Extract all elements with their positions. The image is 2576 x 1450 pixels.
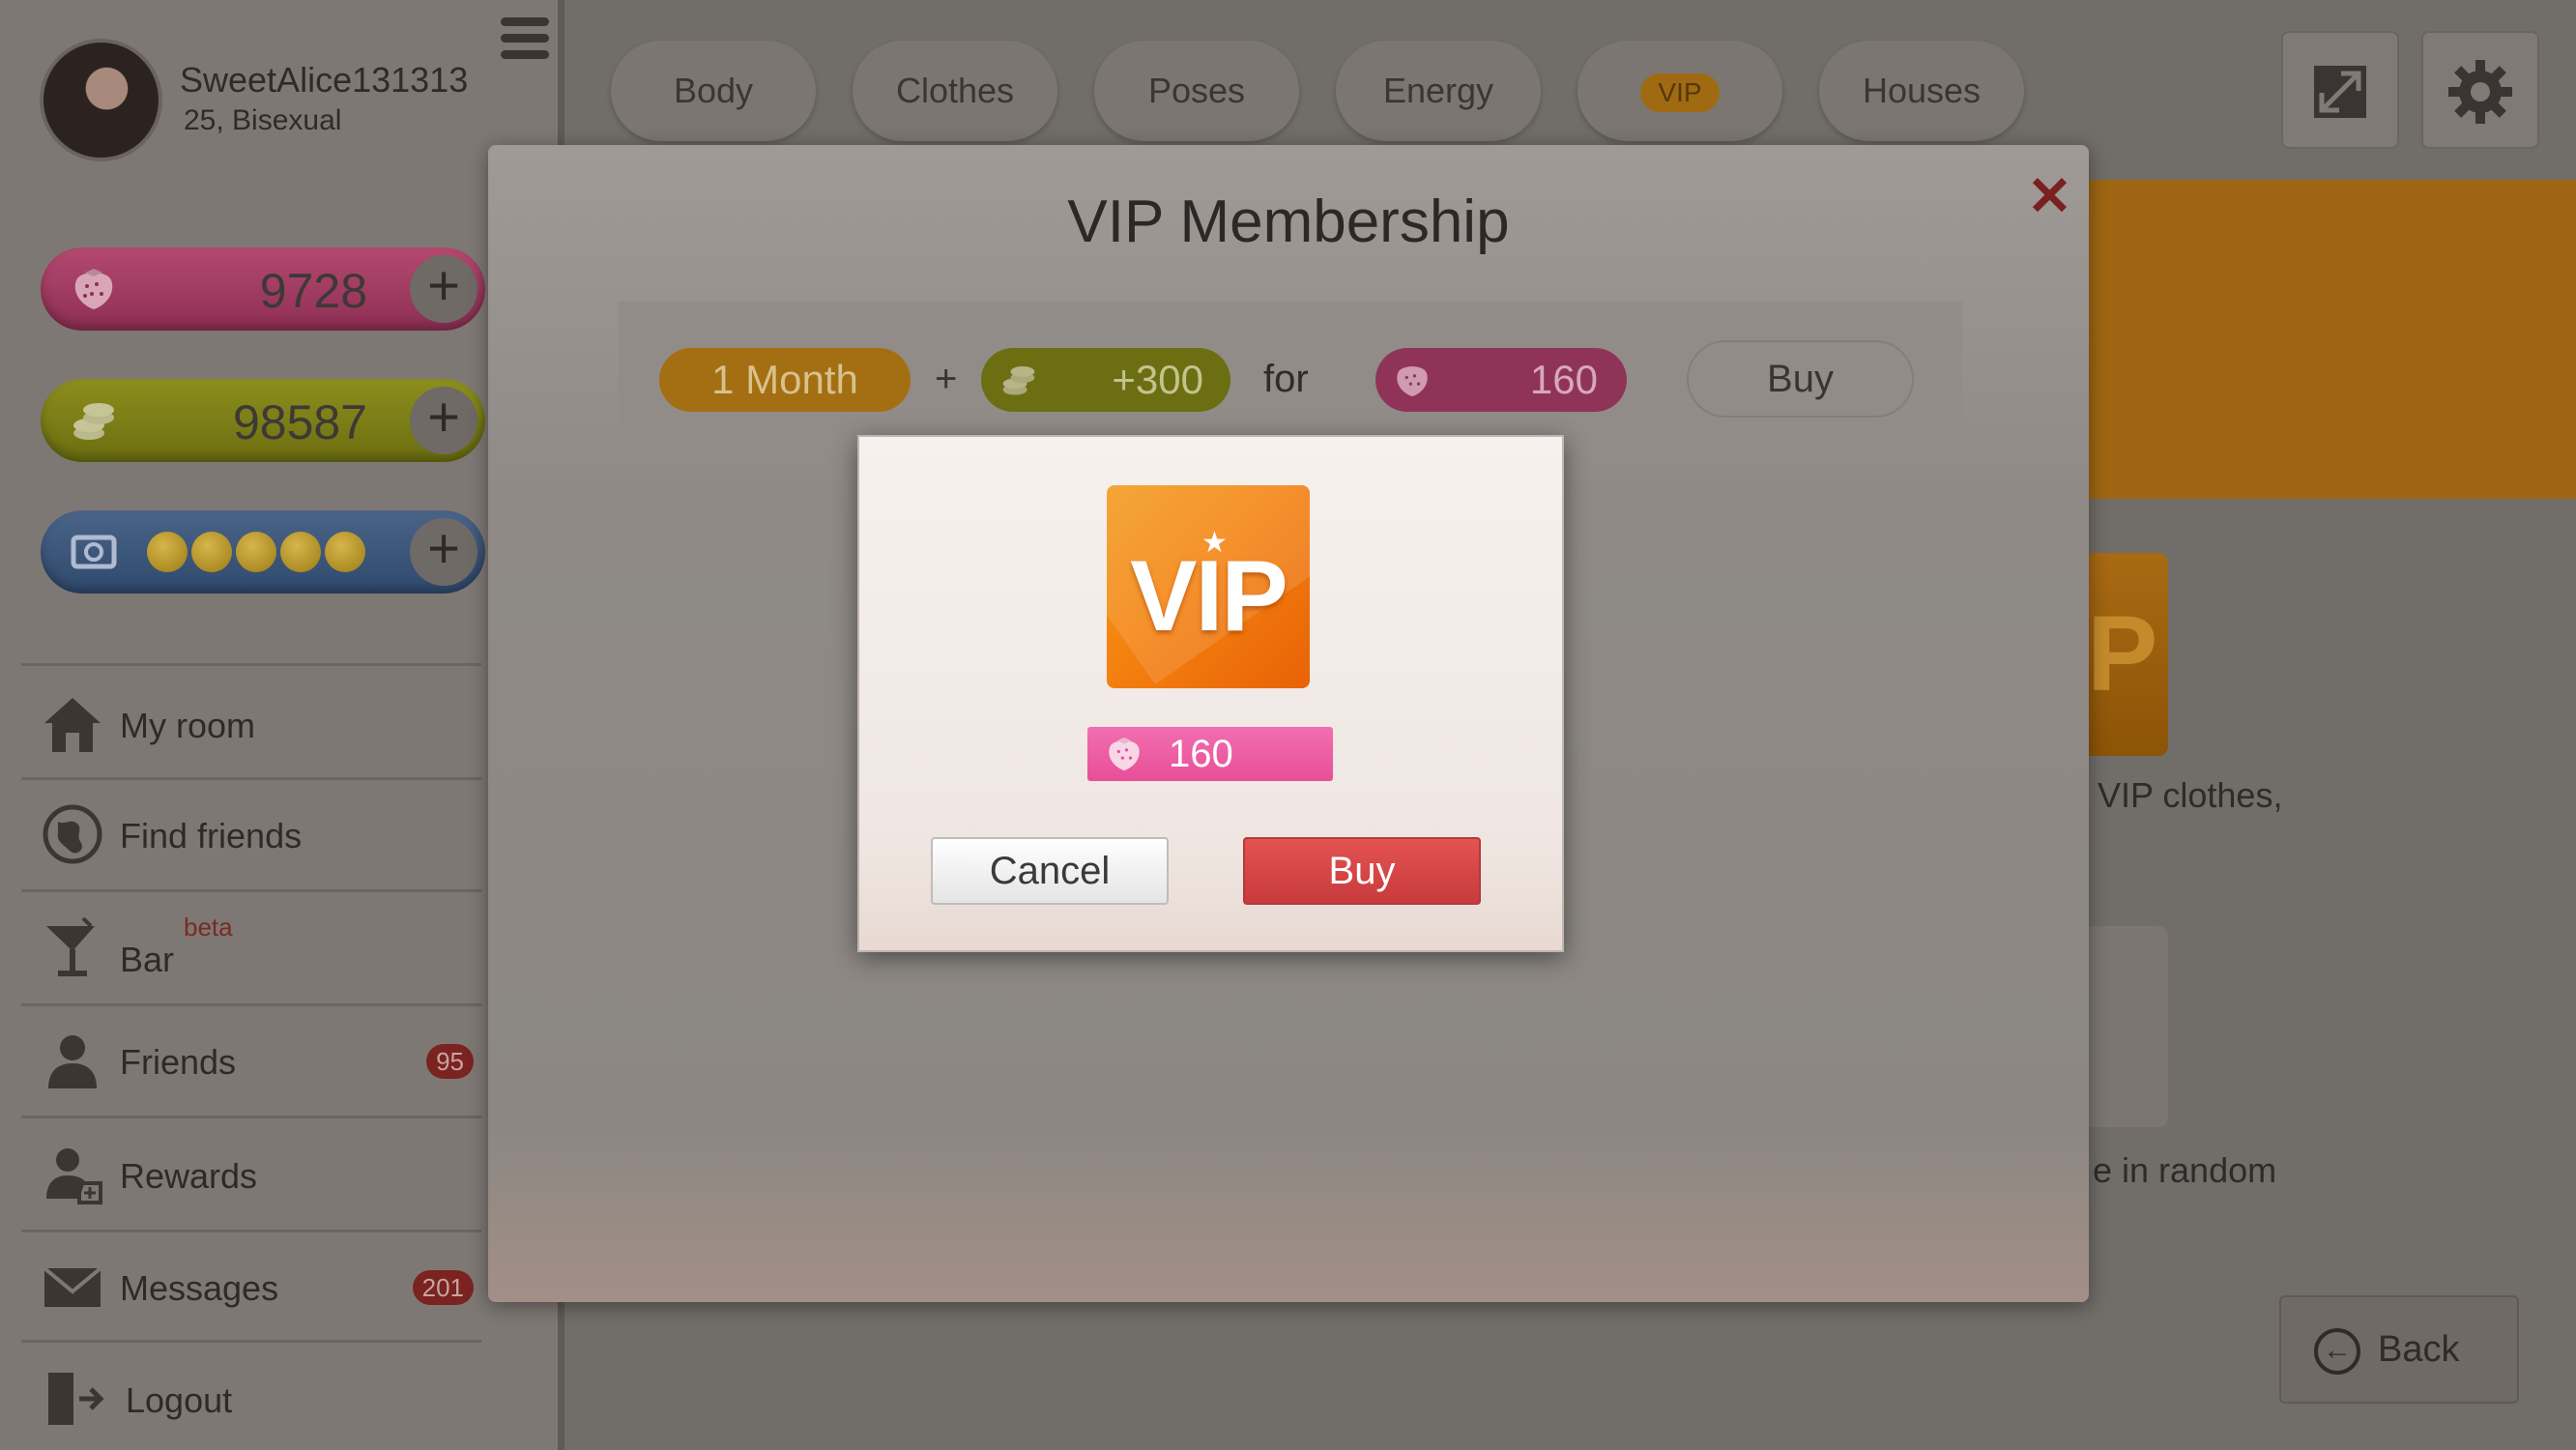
energy-dot <box>147 532 188 572</box>
cocktail-icon <box>41 916 104 980</box>
sidebar-item-label: Rewards <box>120 1156 258 1196</box>
sidebar-item-messages[interactable]: Messages 201 <box>21 1232 481 1340</box>
vip-badge-icon: ★ VIP <box>1107 485 1310 688</box>
tab-vip[interactable]: VIP <box>1577 41 1782 141</box>
nav-divider <box>21 889 481 892</box>
for-label: for <box>1263 358 1309 400</box>
sidebar-item-label: Messages <box>120 1268 279 1308</box>
sidebar-item-rewards[interactable]: Rewards <box>21 1119 481 1228</box>
back-arrow-icon: ← <box>2314 1327 2360 1375</box>
envelope-icon <box>41 1255 104 1319</box>
strawberry-icon <box>1109 737 1140 771</box>
tab-clothes[interactable]: Clothes <box>853 41 1057 141</box>
settings-button[interactable] <box>2421 31 2539 149</box>
offer-price-pill: 160 <box>1375 348 1627 412</box>
nav-divider <box>21 1116 481 1118</box>
clock-feature-icon <box>2083 926 2168 1127</box>
fullscreen-button[interactable] <box>2281 31 2399 149</box>
fullscreen-icon <box>2314 66 2366 118</box>
close-icon[interactable]: ✕ <box>2027 164 2072 228</box>
sidebar-item-bar[interactable]: Bar beta <box>21 893 481 1001</box>
username: SweetAlice131313 <box>180 60 469 100</box>
plus-sign: + <box>935 358 958 400</box>
random-feature-text: e in random <box>2093 1150 2277 1190</box>
sidebar-item-find-friends[interactable]: Find friends <box>21 779 481 887</box>
tab-body[interactable]: Body <box>611 41 816 141</box>
add-strawberries-button[interactable]: + <box>410 255 478 323</box>
nav-divider <box>21 663 481 666</box>
logout-icon <box>41 1367 104 1431</box>
coins-icon <box>1002 366 1035 395</box>
hamburger-menu-icon[interactable] <box>501 17 549 70</box>
duration-pill: 1 Month <box>659 348 911 412</box>
strawberry-icon <box>74 269 113 309</box>
nav-divider <box>21 1340 481 1343</box>
beta-tag: beta <box>184 913 233 942</box>
person-icon <box>41 1029 104 1092</box>
reward-person-icon <box>41 1143 104 1206</box>
add-tickets-button[interactable]: + <box>410 518 478 586</box>
user-avatar[interactable] <box>40 39 162 161</box>
energy-dot <box>325 532 365 572</box>
purchase-confirm-dialog: ★ VIP 160 Cancel Buy <box>857 435 1564 952</box>
coin-balance: 98587 + <box>41 379 485 462</box>
dialog-price: 160 <box>1087 727 1333 781</box>
sidebar-item-friends[interactable]: Friends 95 <box>21 1005 481 1114</box>
strawberry-value: 9728 <box>259 264 367 318</box>
offer-buy-button[interactable]: Buy <box>1687 340 1914 418</box>
cancel-button[interactable]: Cancel <box>931 837 1169 905</box>
bonus-coins-pill: +300 <box>981 348 1230 412</box>
vip-tab-label: VIP <box>1640 73 1720 113</box>
strawberry-icon <box>1397 366 1428 397</box>
back-label: Back <box>2378 1329 2460 1370</box>
gear-icon <box>2448 60 2512 124</box>
sidebar-item-label: Find friends <box>120 816 303 856</box>
energy-dot <box>280 532 321 572</box>
vip-banner <box>2088 180 2576 499</box>
sidebar-item-label: Logout <box>126 1380 233 1420</box>
energy-dot <box>236 532 276 572</box>
messages-count-badge: 201 <box>412 1270 474 1305</box>
sidebar-item-label: My room <box>120 706 256 745</box>
friends-count-badge: 95 <box>426 1044 474 1079</box>
bonus-coins-value: +300 <box>1112 357 1203 402</box>
sidebar-item-my-room[interactable]: My room <box>21 669 481 777</box>
ticket-balance: + <box>41 510 485 594</box>
modal-title: VIP Membership <box>1067 188 1510 255</box>
globe-icon <box>41 802 104 866</box>
energy-dot <box>191 532 232 572</box>
sidebar: SweetAlice131313 25, Bisexual 9728 + 985… <box>0 0 564 1450</box>
tab-houses[interactable]: Houses <box>1819 41 2024 141</box>
coin-value: 98587 <box>232 395 367 450</box>
offer-price-value: 160 <box>1529 357 1598 402</box>
add-coins-button[interactable]: + <box>410 387 478 454</box>
tab-energy[interactable]: Energy <box>1336 41 1541 141</box>
sidebar-item-label: Friends <box>120 1042 237 1082</box>
strawberry-balance: 9728 + <box>41 247 485 331</box>
back-button[interactable]: ← Back <box>2279 1295 2519 1404</box>
sidebar-item-label: Bar <box>120 940 175 979</box>
vip-feature-text: VIP clothes, <box>2098 775 2283 815</box>
vip-badge-text: VIP <box>1130 540 1288 652</box>
ticket-icon <box>71 535 117 569</box>
confirm-buy-button[interactable]: Buy <box>1243 837 1481 905</box>
coins-icon <box>73 403 114 440</box>
sidebar-item-logout[interactable]: Logout <box>21 1344 481 1450</box>
user-info: 25, Bisexual <box>184 104 342 136</box>
tab-poses[interactable]: Poses <box>1094 41 1299 141</box>
vip-feature-icon: P <box>2083 553 2168 756</box>
dialog-price-value: 160 <box>1169 733 1233 775</box>
house-icon <box>41 692 104 756</box>
